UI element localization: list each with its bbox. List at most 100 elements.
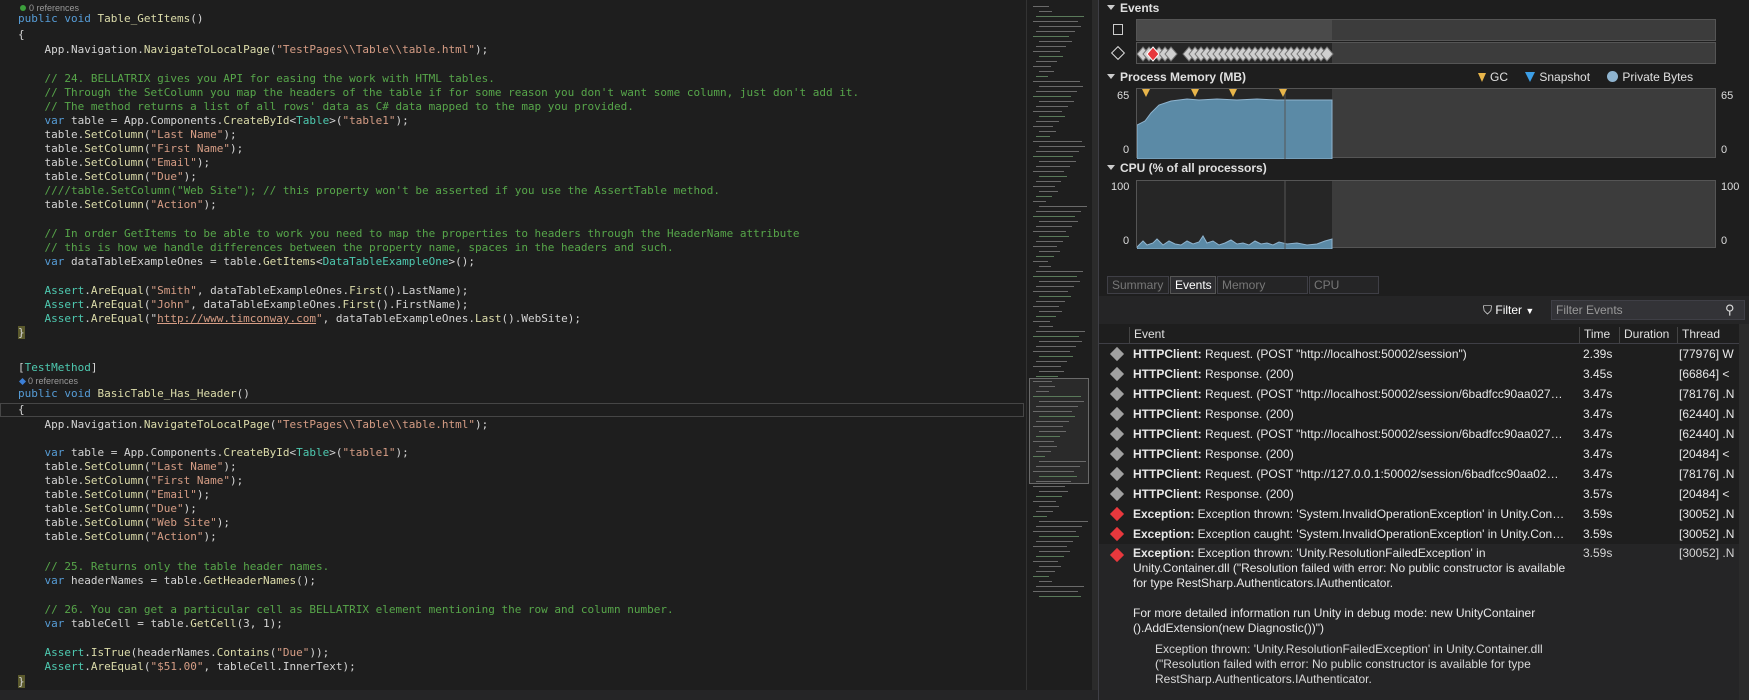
- code-line[interactable]: // 25. Returns only the table header nam…: [18, 560, 329, 574]
- editor-status-bar: [0, 690, 1098, 700]
- code-line[interactable]: Assert.IsTrue(headerNames.Contains("Due"…: [18, 646, 329, 660]
- event-row[interactable]: HTTPClient: Response. (200) 3.57s [20484] …: [1099, 484, 1739, 504]
- code-line[interactable]: public void BasicTable_Has_Header(): [18, 387, 250, 401]
- code-line[interactable]: table.SetColumn("Due");: [18, 502, 196, 516]
- event-row[interactable]: HTTPClient: Request. (POST "http://127.0…: [1099, 464, 1739, 484]
- minimap-line: [1033, 531, 1076, 532]
- code-line[interactable]: var table = App.Components.CreateById<Ta…: [18, 446, 408, 460]
- cpu-axis-min-right: 0: [1721, 235, 1728, 247]
- minimap-line: [1033, 231, 1066, 232]
- minimap-line: [1036, 421, 1069, 422]
- code-line[interactable]: table.SetColumn("Web Site");: [18, 516, 229, 530]
- event-row[interactable]: Exception: Exception thrown: 'System.Inv…: [1099, 504, 1739, 524]
- code-line[interactable]: // 26. You can get a particular cell as …: [18, 603, 673, 617]
- minimap-line: [1036, 466, 1080, 467]
- minimap-line: [1039, 596, 1081, 597]
- break-pause-icon[interactable]: [1113, 24, 1123, 35]
- code-line[interactable]: {: [18, 403, 25, 417]
- events-section-title[interactable]: Events: [1107, 1, 1159, 15]
- minimap-line: [1033, 291, 1068, 292]
- column-time[interactable]: Time: [1579, 327, 1619, 343]
- code-line[interactable]: }: [18, 326, 25, 340]
- minimap-line: [1033, 276, 1077, 277]
- minimap-line: [1039, 566, 1061, 567]
- tab-events[interactable]: Events: [1170, 276, 1216, 294]
- event-row[interactable]: HTTPClient: Response. (200) 3.47s [62440] …: [1099, 404, 1739, 424]
- tab-memory-usage[interactable]: Memory Usage: [1217, 276, 1308, 308]
- minimap-line: [1039, 416, 1075, 417]
- code-line[interactable]: table.SetColumn("First Name");: [18, 142, 243, 156]
- code-line[interactable]: table.SetColumn("Action");: [18, 530, 216, 544]
- code-line[interactable]: // 24. BELLATRIX gives you API for easin…: [18, 72, 494, 86]
- memory-section-title[interactable]: Process Memory (MB): [1107, 70, 1246, 84]
- minimap-line: [1033, 186, 1055, 187]
- events-scrollbar[interactable]: [1739, 324, 1749, 700]
- code-line[interactable]: table.SetColumn("First Name");: [18, 474, 243, 488]
- event-icon: [1109, 486, 1125, 502]
- code-line[interactable]: table.SetColumn("Email");: [18, 156, 210, 170]
- code-minimap[interactable]: [1026, 0, 1092, 690]
- code-line[interactable]: table.SetColumn("Action");: [18, 198, 216, 212]
- filter-events-input[interactable]: [1551, 300, 1745, 320]
- event-row[interactable]: HTTPClient: Request. (POST "http://local…: [1099, 344, 1739, 364]
- code-line[interactable]: Assert.AreEqual("http://www.timconway.co…: [18, 312, 581, 326]
- code-line[interactable]: Assert.AreEqual("Smith", dataTableExampl…: [18, 284, 468, 298]
- minimap-line: [1039, 551, 1070, 552]
- code-line[interactable]: public void Table_GetItems(): [18, 12, 203, 26]
- code-line[interactable]: table.SetColumn("Email");: [18, 488, 210, 502]
- code-line[interactable]: Assert.AreEqual("John", dataTableExample…: [18, 298, 468, 312]
- filter-button[interactable]: ⛉ Filter ▼: [1477, 300, 1547, 320]
- code-line[interactable]: var table = App.Components.CreateById<Ta…: [18, 114, 408, 128]
- code-line[interactable]: App.Navigation.NavigateToLocalPage("Test…: [18, 43, 488, 57]
- event-row[interactable]: HTTPClient: Request. (POST "http://local…: [1099, 424, 1739, 444]
- minimap-line: [1039, 131, 1056, 132]
- event-row[interactable]: Exception: Exception caught: 'System.Inv…: [1099, 524, 1739, 544]
- tab-summary[interactable]: Summary: [1107, 276, 1169, 294]
- code-line[interactable]: Assert.AreEqual("$51.00", tableCell.Inne…: [18, 660, 355, 674]
- event-icon: [1109, 386, 1125, 402]
- code-line[interactable]: [TestMethod]: [18, 361, 97, 375]
- code-line[interactable]: // The method returns a list of all rows…: [18, 100, 633, 114]
- code-editor[interactable]: 0 references 0 references public void Ta…: [0, 0, 1026, 700]
- minimap-line: [1039, 506, 1059, 507]
- minimap-line: [1036, 46, 1066, 47]
- event-icon: [1109, 366, 1125, 382]
- code-line[interactable]: var dataTableExampleOnes = table.GetItem…: [18, 255, 475, 269]
- cpu-axis-max: 100: [1111, 181, 1130, 193]
- code-line[interactable]: var headerNames = table.GetHeaderNames()…: [18, 574, 316, 588]
- code-line[interactable]: {: [18, 28, 25, 42]
- memory-axis-max-right: 65: [1721, 90, 1734, 102]
- current-line-highlight: [0, 403, 1024, 417]
- cpu-graph[interactable]: [1136, 180, 1716, 249]
- code-line[interactable]: ////table.SetColumn("Web Site"); // this…: [18, 184, 720, 198]
- minimap-line: [1039, 341, 1082, 342]
- codelens-references[interactable]: 0 references: [18, 376, 78, 386]
- column-event[interactable]: Event: [1129, 327, 1565, 343]
- gc-icon: [1478, 73, 1486, 82]
- memory-axis-min: 0: [1123, 144, 1130, 156]
- tab-cpu-usage[interactable]: CPU Usage: [1309, 276, 1379, 308]
- code-line[interactable]: }: [18, 675, 25, 689]
- selected-event-detail[interactable]: Exception: Exception thrown: 'Unity.Reso…: [1099, 544, 1739, 700]
- code-line[interactable]: App.Navigation.NavigateToLocalPage("Test…: [18, 418, 488, 432]
- search-icon[interactable]: ⚲: [1725, 302, 1735, 318]
- code-line[interactable]: var tableCell = table.GetCell(3, 1);: [18, 617, 282, 631]
- memory-graph[interactable]: [1136, 88, 1716, 159]
- events-timeline-top[interactable]: [1136, 19, 1716, 41]
- code-line[interactable]: table.SetColumn("Last Name");: [18, 128, 236, 142]
- event-row[interactable]: HTTPClient: Request. (POST "http://local…: [1099, 384, 1739, 404]
- code-line[interactable]: table.SetColumn("Last Name");: [18, 460, 236, 474]
- minimap-line: [1036, 61, 1057, 62]
- minimap-line: [1033, 501, 1056, 502]
- code-line[interactable]: // this is how we handle differences bet…: [18, 241, 673, 255]
- event-row[interactable]: HTTPClient: Response. (200) 3.45s [66864] …: [1099, 364, 1739, 384]
- cpu-section-title[interactable]: CPU (% of all processors): [1107, 161, 1267, 175]
- events-timeline[interactable]: [1136, 42, 1716, 64]
- minimap-line: [1033, 426, 1063, 427]
- code-line[interactable]: // In order GetItems to be able to work …: [18, 227, 799, 241]
- column-duration[interactable]: Duration: [1619, 327, 1677, 343]
- code-line[interactable]: // Through the SetColumn you map the hea…: [18, 86, 859, 100]
- code-line[interactable]: table.SetColumn("Due");: [18, 170, 196, 184]
- event-row[interactable]: HTTPClient: Response. (200) 3.47s [20484] …: [1099, 444, 1739, 464]
- column-thread[interactable]: Thread: [1677, 327, 1739, 343]
